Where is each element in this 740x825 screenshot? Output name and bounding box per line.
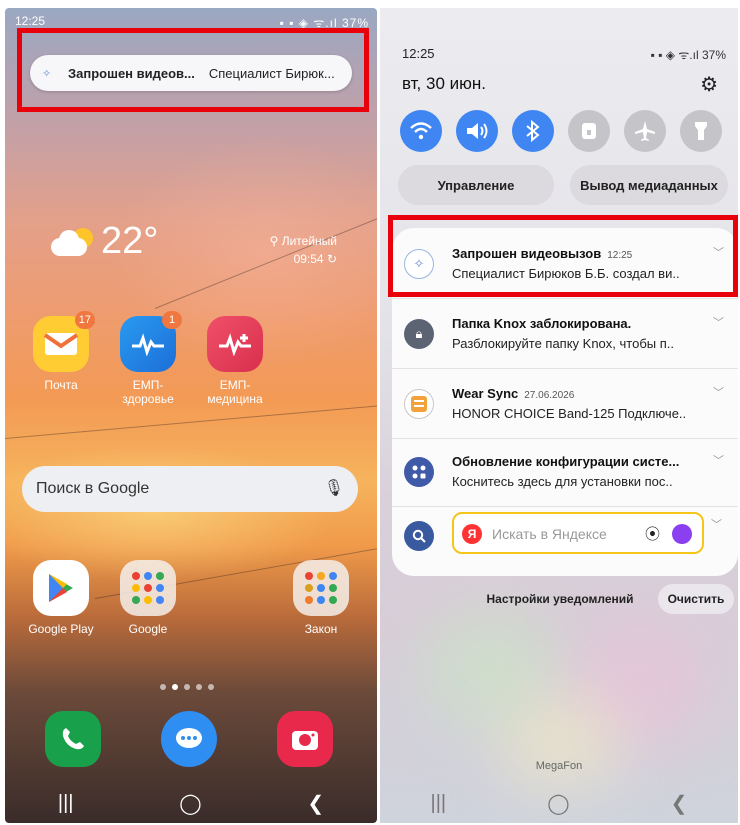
bluetooth-icon	[526, 120, 540, 142]
notification-settings-button[interactable]: Настройки уведомлений	[472, 584, 648, 614]
airplane-icon	[635, 121, 655, 141]
notification-knox[interactable]: 🔒︎ Папка Knox заблокирована. Разблокируй…	[392, 302, 738, 366]
emp-medicine-icon	[207, 316, 263, 372]
flashlight-toggle[interactable]	[680, 110, 722, 152]
control-chip[interactable]: Управление	[398, 165, 554, 205]
highlight-box	[388, 215, 738, 297]
location-pin-icon: ⚲	[269, 234, 282, 248]
app-label: Закон	[304, 622, 338, 636]
partly-cloudy-icon	[51, 228, 95, 256]
navigation-bar: ||| ◯ ❮	[5, 783, 377, 823]
weather-location[interactable]: ⚲ Литейный 09:54 ↻	[270, 232, 337, 268]
messages-icon	[161, 711, 217, 767]
emp-health-badge: 1	[162, 311, 182, 329]
notification-config-update[interactable]: Обновление конфигурации систе... Косните…	[392, 440, 738, 504]
status-time: 12:25	[402, 46, 435, 61]
airplane-toggle[interactable]	[624, 110, 666, 152]
bluetooth-toggle[interactable]	[512, 110, 554, 152]
app-google-play[interactable]: Google Play	[21, 560, 101, 636]
app-label: ЕМП-здоровье	[122, 378, 174, 406]
home-screen: 12:25 ▪ ▪ ◈ ᯤ.ıl 37% ✧ Запрошен видеов..…	[5, 8, 377, 823]
notification-title: Папка Knox заблокирована.	[452, 316, 632, 331]
app-label: Google Play	[28, 622, 94, 636]
lock-icon	[582, 123, 596, 139]
media-output-chip[interactable]: Вывод медиаданных	[570, 165, 728, 205]
sound-toggle[interactable]	[456, 110, 498, 152]
settings-gear-icon[interactable]: ⚙	[700, 72, 718, 97]
yandex-search-placeholder: Искать в Яндексе	[492, 526, 607, 542]
chevron-down-icon[interactable]: ﹀	[713, 384, 724, 400]
clear-button[interactable]: Очистить	[658, 584, 734, 614]
notification-title: Обновление конфигурации систе...	[452, 454, 680, 469]
mail-badge: 17	[74, 311, 95, 329]
search-icon	[404, 521, 434, 551]
google-search-bar[interactable]: Поиск в Google 🎙	[22, 466, 358, 512]
knox-lock-icon: 🔒︎	[404, 319, 434, 349]
chevron-down-icon[interactable]: ﹀	[711, 516, 722, 532]
back-button[interactable]: ❮	[307, 791, 324, 816]
wifi-toggle[interactable]	[400, 110, 442, 152]
app-emp-medicine[interactable]: ЕМП-медицина	[195, 316, 275, 406]
app-mail[interactable]: 17 Почта	[21, 311, 101, 392]
chevron-down-icon[interactable]: ﹀	[713, 314, 724, 330]
status-icons: ▪ ▪ ◈ ᯤ.ıl 37%	[650, 48, 726, 62]
app-label: Почта	[44, 378, 78, 392]
app-label: Google	[128, 622, 168, 636]
app-emp-health[interactable]: 1 ЕМП-здоровье	[108, 311, 188, 406]
dock-phone[interactable]	[35, 711, 111, 773]
phone-icon	[45, 711, 101, 767]
wifi-icon	[410, 122, 432, 140]
weather-temperature: 22°	[101, 220, 159, 262]
google-play-icon	[33, 560, 89, 616]
page-indicator	[160, 684, 214, 690]
visual-search-icon[interactable]: ⦿	[645, 523, 660, 544]
date-label: вт, 30 июн.	[402, 74, 486, 93]
app-folder-law[interactable]: Закон	[281, 560, 361, 636]
notification-body: Коснитесь здесь для установки пос..	[452, 474, 673, 489]
screen-lock-toggle[interactable]	[568, 110, 610, 152]
wear-sync-icon	[404, 389, 434, 419]
mail-icon: 17	[33, 311, 95, 372]
navigation-bar: ||| ◯ ❮	[380, 783, 738, 823]
app-label: ЕМП-медицина	[207, 378, 263, 406]
yandex-logo: Я	[462, 524, 482, 544]
microphone-icon[interactable]: 🎙	[324, 466, 344, 512]
yandex-search-widget[interactable]: Я Искать в Яндексе ⦿	[452, 512, 704, 554]
weather-updated: 09:54	[293, 252, 324, 266]
notification-shade: 12:25 ▪ ▪ ◈ ᯤ.ıl 37% вт, 30 июн. ⚙ Управ…	[380, 8, 738, 823]
notification-body: HONOR CHOICE Band-125 Подключе..	[452, 406, 687, 421]
carrier-label: MegaFon	[535, 760, 583, 772]
google-folder-icon	[120, 560, 176, 616]
home-button[interactable]: ◯	[547, 791, 569, 816]
flashlight-icon	[695, 122, 707, 140]
dock-messages[interactable]	[151, 711, 227, 773]
highlight-box	[17, 28, 369, 112]
speaker-icon	[467, 123, 488, 139]
notification-body: Разблокируйте папку Knox, чтобы п..	[452, 336, 674, 351]
location-name: Литейный	[281, 234, 337, 248]
config-update-icon	[404, 457, 434, 487]
law-folder-icon	[293, 560, 349, 616]
refresh-icon: ↻	[323, 252, 337, 266]
back-button[interactable]: ❮	[671, 791, 688, 816]
app-folder-google[interactable]: Google	[108, 560, 188, 636]
alice-assistant-icon[interactable]	[672, 524, 692, 544]
emp-health-icon: 1	[120, 311, 182, 372]
screenshot-stage: 12:25 ▪ ▪ ◈ ᯤ.ıl 37% ✧ Запрошен видеов..…	[0, 0, 740, 825]
notification-time: 27.06.2026	[524, 390, 575, 401]
chevron-down-icon[interactable]: ﹀	[713, 452, 724, 468]
notification-title: Wear Sync	[452, 386, 519, 401]
recent-apps-button[interactable]: |||	[431, 792, 447, 815]
notification-wear-sync[interactable]: Wear Sync 27.06.2026 HONOR CHOICE Band-12…	[392, 372, 738, 436]
dock-camera[interactable]	[267, 711, 343, 773]
status-time: 12:25	[15, 14, 46, 28]
search-placeholder: Поиск в Google	[36, 480, 150, 497]
home-button[interactable]: ◯	[179, 791, 201, 816]
camera-icon	[277, 711, 333, 767]
recent-apps-button[interactable]: |||	[58, 792, 74, 815]
